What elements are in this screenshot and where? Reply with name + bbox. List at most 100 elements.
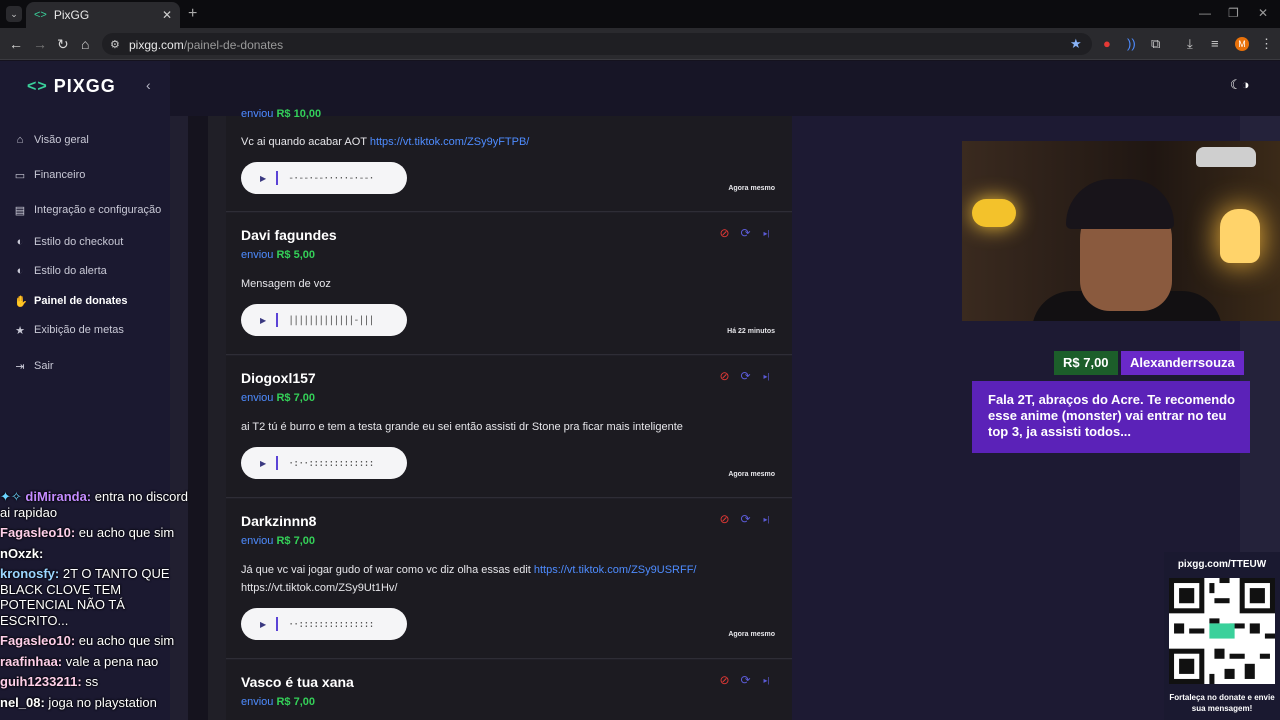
home-icon[interactable]: ⌂: [81, 36, 89, 52]
sidebar-item-visao-geral[interactable]: ⌂ Visão geral: [14, 134, 89, 146]
sidebar-item-label: Visão geral: [34, 134, 89, 146]
extensions-puzzle-icon[interactable]: ⧉: [1151, 36, 1160, 52]
donation-link[interactable]: https://vt.tiktok.com/ZSy9yFTPB/: [370, 136, 530, 148]
chat-username: nOxzk:: [0, 545, 44, 561]
block-icon[interactable]: ⊘: [718, 674, 731, 687]
pixgg-favicon-icon: <>: [34, 9, 47, 21]
plug-icon: ▤: [14, 205, 26, 217]
donation-card: Davi fagundes enviou R$ 5,00 ⊘ ⟳ ▸| Mens…: [226, 213, 792, 355]
sidebar-item-exibicao-metas[interactable]: ★ Exibição de metas: [14, 324, 124, 337]
donation-time: Agora mesmo: [728, 185, 775, 192]
chat-text: joga no playstation: [44, 694, 157, 710]
replay-icon[interactable]: ⟳: [739, 674, 752, 687]
pixgg-logo[interactable]: <> PIXGG: [27, 76, 116, 97]
donation-link[interactable]: https://vt.tiktok.com/ZSy9USRFF/: [534, 564, 697, 576]
minimize-icon[interactable]: —: [1199, 6, 1211, 20]
sidebar-item-label: Estilo do checkout: [34, 236, 124, 248]
donation-card: Vasco é tua xana enviou R$ 7,00 ⊘ ⟳ ▸|: [226, 660, 792, 720]
download-icon[interactable]: ⤓: [1187, 36, 1193, 52]
chat-username: diMiranda:: [25, 489, 92, 504]
sidebar-item-painel-donates[interactable]: ✋ Painel de donates: [14, 295, 128, 308]
restore-icon[interactable]: ❐: [1228, 6, 1239, 20]
qr-code: [1169, 578, 1275, 684]
logo-text: PIXGG: [53, 76, 116, 96]
audio-cursor[interactable]: [276, 617, 279, 631]
site-info-icon[interactable]: ⚙: [110, 38, 120, 51]
lamp-right: [1220, 209, 1260, 263]
sidebar-item-label: Sair: [34, 360, 54, 372]
qr-caption: Fortaleça no donate e envie sua mensagem…: [1169, 693, 1275, 713]
forward-icon[interactable]: →: [33, 36, 47, 52]
alert-amount: R$ 7,00: [1054, 351, 1118, 375]
skip-icon[interactable]: ▸|: [760, 513, 773, 526]
chat-message: nel_08: joga no playstation: [0, 695, 190, 711]
chat-text: eu acho que sim: [75, 633, 175, 648]
qr-url: pixgg.com/TTEUW: [1177, 559, 1267, 570]
extension-red-icon[interactable]: ●: [1103, 36, 1111, 51]
block-icon[interactable]: ⊘: [718, 513, 731, 526]
donation-time: Há 22 minutos: [727, 328, 775, 335]
browser-tab[interactable]: <> PixGG ✕: [26, 2, 180, 28]
donation-message: Vc ai quando acabar AOT https://vt.tikto…: [241, 136, 530, 148]
tab-close-icon[interactable]: ✕: [162, 8, 172, 22]
audio-player[interactable]: ▶ ·:··:::::::::::::: [241, 447, 407, 479]
chat-text: vale a pena nao: [62, 653, 159, 669]
skip-icon[interactable]: ▸|: [760, 370, 773, 383]
tab-search-button[interactable]: ⌄: [6, 6, 22, 22]
donation-time: Agora mesmo: [728, 631, 775, 638]
donation-message: Já que vc vai jogar gudo of war como vc …: [241, 564, 697, 594]
palette-icon: ◐: [16, 236, 24, 248]
sidebar-item-financeiro[interactable]: ▭ Financeiro: [14, 169, 86, 182]
replay-icon[interactable]: ⟳: [739, 513, 752, 526]
sidebar-item-estilo-alerta[interactable]: ◐ Estilo do alerta: [14, 265, 107, 277]
sidebar-item-estilo-checkout[interactable]: ◐ Estilo do checkout: [14, 236, 124, 248]
page-header: [170, 61, 1280, 116]
theme-toggle-icon[interactable]: ☾◑: [1230, 77, 1250, 93]
donation-extra-link: https://vt.tiktok.com/ZSy9Ut1Hv/: [241, 582, 398, 594]
audio-cursor[interactable]: [276, 456, 279, 470]
block-icon[interactable]: ⊘: [718, 370, 731, 383]
play-icon[interactable]: ▶: [260, 174, 266, 183]
sidebar-item-sair[interactable]: ⇥ Sair: [14, 360, 54, 373]
profile-avatar[interactable]: M: [1235, 37, 1249, 51]
block-icon[interactable]: ⊘: [718, 227, 731, 240]
donor-name: Davi fagundes: [241, 227, 337, 243]
chat-message: raafinhaa: vale a pena nao: [0, 654, 190, 670]
sidebar-item-label: Financeiro: [34, 169, 86, 181]
back-icon[interactable]: ←: [9, 36, 23, 52]
audio-cursor[interactable]: [276, 171, 279, 185]
chat-message: ✦✧ diMiranda: entra no discord ai rapida…: [0, 489, 190, 520]
play-icon[interactable]: ▶: [260, 459, 266, 468]
star-icon: ★: [15, 325, 25, 337]
chat-username: kronosfy:: [0, 566, 60, 581]
audio-player[interactable]: ▶ ··:::::::::::::::: [241, 608, 407, 640]
skip-icon[interactable]: ▸|: [760, 227, 773, 240]
donor-name: Vasco é tua xana: [241, 674, 354, 690]
skip-icon[interactable]: ▸|: [760, 674, 773, 687]
media-queue-icon[interactable]: ≡: [1211, 36, 1219, 51]
play-icon[interactable]: ▶: [260, 620, 266, 629]
donation-sent: enviou R$ 7,00: [241, 696, 316, 708]
replay-icon[interactable]: ⟳: [739, 227, 752, 240]
donation-sent: enviou R$ 10,00: [241, 108, 322, 120]
new-tab-button[interactable]: +: [188, 5, 197, 23]
audio-cursor[interactable]: [276, 313, 279, 327]
donation-card: Darkzinnn8 enviou R$ 7,00 ⊘ ⟳ ▸| Já que …: [226, 499, 792, 659]
reload-icon[interactable]: ↻: [57, 36, 69, 53]
donation-message: Mensagem de voz: [241, 278, 331, 290]
palette-icon: ◐: [16, 265, 24, 277]
menu-kebab-icon[interactable]: ⋮: [1260, 36, 1273, 52]
audio-player[interactable]: ▶ |||||||||||||-|||: [241, 304, 407, 336]
url-text[interactable]: pixgg.com/painel-de-donates: [129, 38, 283, 52]
sidebar-item-integracao[interactable]: ▤ Integração e configuração: [14, 204, 161, 217]
play-icon[interactable]: ▶: [260, 316, 266, 325]
donor-name: Darkzinnn8: [241, 513, 317, 529]
window-close-icon[interactable]: ✕: [1258, 6, 1268, 20]
sidebar-collapse-icon[interactable]: ‹: [146, 77, 151, 93]
replay-icon[interactable]: ⟳: [739, 370, 752, 383]
chat-overlay: ✦✧ diMiranda: entra no discord ai rapida…: [0, 489, 190, 715]
bookmark-star-icon[interactable]: ★: [1070, 36, 1082, 52]
waveform: |||||||||||||-|||: [288, 314, 374, 326]
audio-player[interactable]: ▶ -·--·--·····-·--·: [241, 162, 407, 194]
extension-wave-icon[interactable]: )): [1127, 36, 1136, 51]
